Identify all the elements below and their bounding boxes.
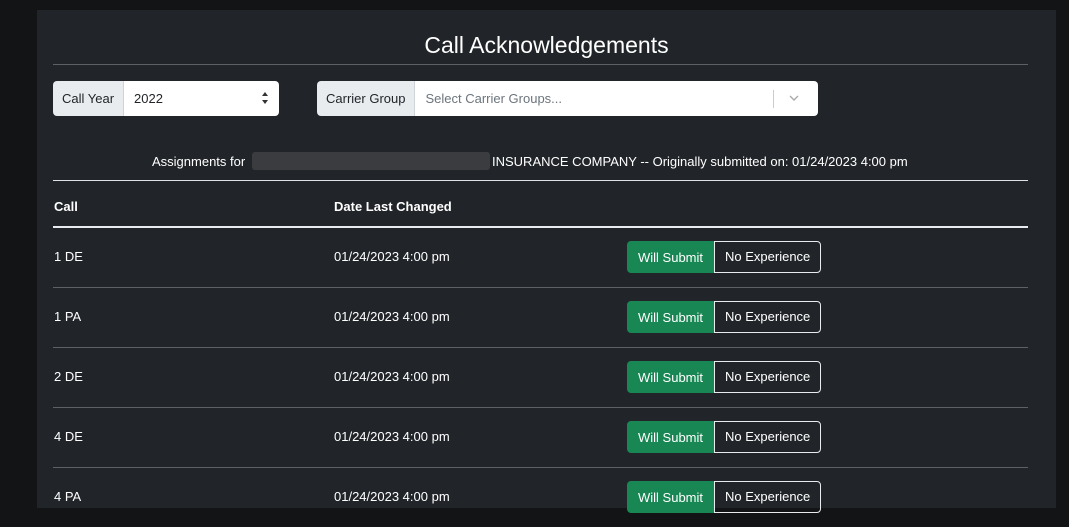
- carrier-group-placeholder: Select Carrier Groups...: [425, 91, 563, 106]
- call-cell: 4 PA: [54, 489, 82, 504]
- date-cell: 01/24/2023 4:00 pm: [334, 249, 450, 264]
- no-experience-button[interactable]: No Experience: [714, 301, 822, 333]
- title-divider: [53, 64, 1028, 65]
- acknowledgement-button-group: Will Submit No Experience: [627, 241, 822, 273]
- chevron-down-icon[interactable]: [788, 92, 800, 104]
- table-row: 2 DE 01/24/2023 4:00 pm Will Submit No E…: [53, 347, 1028, 408]
- carrier-group-label: Carrier Group: [317, 81, 416, 116]
- call-cell: 4 DE: [54, 429, 83, 444]
- will-submit-button[interactable]: Will Submit: [627, 481, 715, 513]
- table-row: 1 DE 01/24/2023 4:00 pm Will Submit No E…: [53, 227, 1028, 288]
- acknowledgement-button-group: Will Submit No Experience: [627, 361, 822, 393]
- will-submit-button[interactable]: Will Submit: [627, 301, 715, 333]
- sort-arrows-icon: [262, 92, 268, 104]
- date-cell: 01/24/2023 4:00 pm: [334, 429, 450, 444]
- date-cell: 01/24/2023 4:00 pm: [334, 309, 450, 324]
- table-top-border: [53, 180, 1028, 181]
- call-cell: 1 DE: [54, 249, 83, 264]
- dropdown-separator: [773, 90, 774, 108]
- column-header-date-last-changed: Date Last Changed: [334, 199, 452, 214]
- will-submit-button[interactable]: Will Submit: [627, 361, 715, 393]
- carrier-group-select[interactable]: Select Carrier Groups...: [415, 81, 818, 116]
- table-row: 4 DE 01/24/2023 4:00 pm Will Submit No E…: [53, 407, 1028, 468]
- page-title: Call Acknowledgements: [424, 32, 669, 58]
- date-cell: 01/24/2023 4:00 pm: [334, 489, 450, 504]
- no-experience-button[interactable]: No Experience: [714, 241, 822, 273]
- acknowledgements-panel: Call Acknowledgements Call Year 2022 Car…: [37, 10, 1056, 513]
- acknowledgement-button-group: Will Submit No Experience: [627, 421, 822, 453]
- table-row: 1 PA 01/24/2023 4:00 pm Will Submit No E…: [53, 287, 1028, 348]
- date-cell: 01/24/2023 4:00 pm: [334, 369, 450, 384]
- call-year-label: Call Year: [53, 81, 125, 116]
- assignments-prefix: Assignments for: [152, 154, 246, 169]
- call-cell: 2 DE: [54, 369, 83, 384]
- no-experience-button[interactable]: No Experience: [714, 361, 822, 393]
- acknowledgement-button-group: Will Submit No Experience: [627, 301, 822, 333]
- table-row: 4 PA 01/24/2023 4:00 pm Will Submit No E…: [53, 467, 1028, 527]
- will-submit-button[interactable]: Will Submit: [627, 241, 715, 273]
- column-header-call: Call: [54, 199, 78, 214]
- carrier-group-group: Carrier Group Select Carrier Groups...: [317, 81, 818, 116]
- assignments-suffix: INSURANCE COMPANY -- Originally submitte…: [492, 154, 908, 169]
- call-cell: 1 PA: [54, 309, 82, 324]
- will-submit-button[interactable]: Will Submit: [627, 421, 715, 453]
- no-experience-button[interactable]: No Experience: [714, 481, 822, 513]
- redacted-company-name: [252, 152, 490, 170]
- acknowledgement-button-group: Will Submit No Experience: [627, 481, 822, 513]
- call-year-select[interactable]: 2022: [124, 81, 279, 116]
- no-experience-button[interactable]: No Experience: [714, 421, 822, 453]
- call-year-group: Call Year 2022: [53, 81, 279, 116]
- call-year-value: 2022: [134, 91, 163, 106]
